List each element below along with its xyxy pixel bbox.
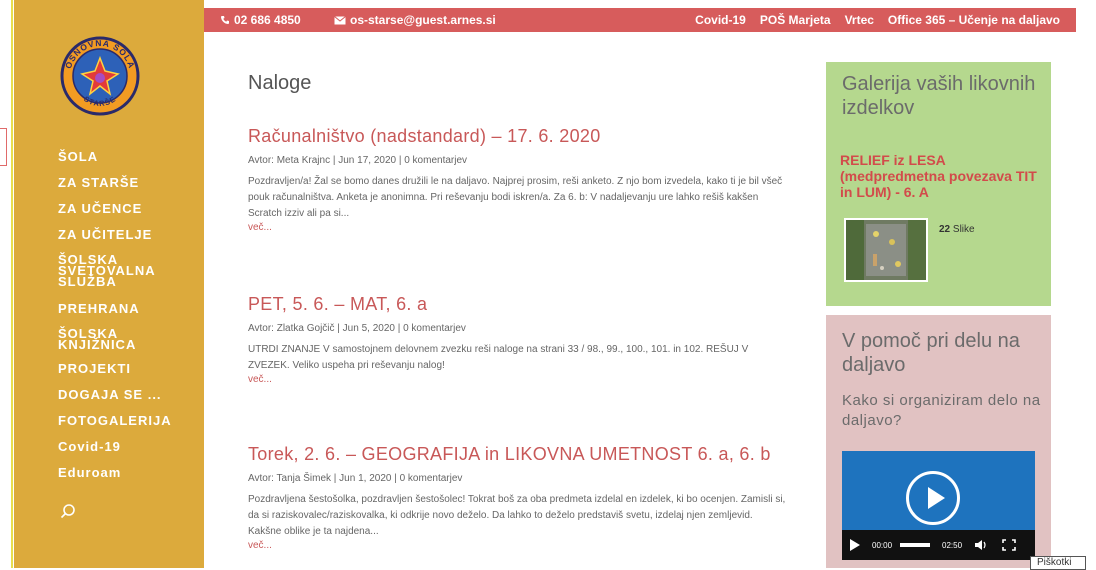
fullscreen-icon[interactable] <box>1002 539 1016 551</box>
top-links: Covid-19 POŠ Marjeta Vrtec Office 365 – … <box>695 13 1060 27</box>
nav-item-za-ucence[interactable]: ZA UČENCE <box>58 202 198 215</box>
meta-prefix: Avtor: <box>248 323 274 334</box>
read-more-link[interactable]: več... <box>248 540 788 551</box>
help-widget-title: V pomoč pri delu na daljavo <box>842 330 1020 376</box>
volume-icon[interactable] <box>974 539 988 551</box>
meta-prefix: Avtor: <box>248 473 274 484</box>
gallery-album-link[interactable]: RELIEF iz LESA (medpredmetna povezava TI… <box>840 152 1045 200</box>
search-icon[interactable] <box>60 503 76 519</box>
top-bar: 02 686 4850 os-starse@guest.arnes.si Cov… <box>204 8 1076 32</box>
gallery-thumbnail[interactable] <box>844 218 928 282</box>
read-more-link[interactable]: več... <box>248 374 788 385</box>
side-tab[interactable] <box>0 128 7 166</box>
nav-item-prehrana[interactable]: PREHRANA <box>58 302 198 315</box>
post-item: Računalništvo (nadstandard) – 17. 6. 202… <box>248 126 788 233</box>
post-comments-link[interactable]: 0 komentarjev <box>404 155 467 166</box>
gallery-count: 22 Slike <box>939 224 975 235</box>
phone-icon <box>221 16 229 24</box>
nav-item-za-ucitelje[interactable]: ZA UČITELJE <box>58 228 198 241</box>
post-meta: Avtor: Meta Krajnc | Jun 17, 2020 | 0 ko… <box>248 155 468 166</box>
email-address: os-starse@guest.arnes.si <box>350 13 496 27</box>
nav-item-za-starse[interactable]: ZA STARŠE <box>58 176 198 189</box>
nav-item-projekti[interactable]: PROJEKTI <box>58 362 198 375</box>
help-widget-subtitle: Kako si organiziram delo na daljavo? <box>842 392 1041 429</box>
post-comments-link[interactable]: 0 komentarjev <box>400 473 463 484</box>
post-date: Jun 5, 2020 <box>342 323 395 334</box>
top-link-covid[interactable]: Covid-19 <box>695 13 746 27</box>
nav-item-dogaja-se[interactable]: DOGAJA SE ... <box>58 388 198 401</box>
email-contact[interactable]: os-starse@guest.arnes.si <box>334 13 496 27</box>
phone-contact[interactable]: 02 686 4850 <box>220 13 301 27</box>
post-author-link[interactable]: Meta Krajnc <box>277 155 330 166</box>
relief-photo-icon <box>846 220 926 280</box>
post-item: PET, 5. 6. – MAT, 6. a Avtor: Zlatka Goj… <box>248 294 788 385</box>
post-meta: Avtor: Tanja Šimek | Jun 1, 2020 | 0 kom… <box>248 473 463 484</box>
nav-item-eduroam[interactable]: Eduroam <box>58 466 198 479</box>
control-play-icon[interactable] <box>850 539 860 551</box>
phone-number: 02 686 4850 <box>234 13 301 27</box>
nav-item-fotogalerija[interactable]: FOTOGALERIJA <box>58 414 198 427</box>
post-author-link[interactable]: Zlatka Gojčič <box>277 323 335 334</box>
post-date: Jun 17, 2020 <box>338 155 397 166</box>
top-link-vrtec[interactable]: Vrtec <box>845 13 874 27</box>
post-author-link[interactable]: Tanja Šimek <box>277 473 331 484</box>
nav-item-sola[interactable]: ŠOLA <box>58 150 98 163</box>
nav-item-covid[interactable]: Covid-19 <box>58 440 198 453</box>
sidebar: OSNOVNA ŠOLA STARŠE ŠOLA ZA STARŠE ZA UČ… <box>14 0 204 568</box>
school-logo[interactable]: OSNOVNA ŠOLA STARŠE <box>60 36 140 116</box>
read-more-link[interactable]: več... <box>248 222 788 233</box>
play-button-icon[interactable] <box>906 471 960 525</box>
post-title-link[interactable]: Torek, 2. 6. – GEOGRAFIJA in LIKOVNA UME… <box>248 444 788 465</box>
page-right-edge <box>1086 0 1096 568</box>
gallery-widget: Galerija vaših likovnih izdelkov RELIEF … <box>826 62 1051 306</box>
gallery-widget-title: Galerija vaših likovnih izdelkov <box>842 73 1036 119</box>
help-widget: V pomoč pri delu na daljavo Kako si orga… <box>826 315 1051 568</box>
meta-prefix: Avtor: <box>248 155 274 166</box>
video-player[interactable]: 00:00 02:50 <box>842 451 1035 560</box>
page-title: Naloge <box>248 72 312 94</box>
nav-item-knjiznica[interactable]: ŠOLSKA KNJIŽNICA <box>58 327 148 351</box>
mail-icon <box>334 15 346 24</box>
nav-item-svetovalna-sluzba[interactable]: ŠOLSKA SVETOVALNA SLUŽBA <box>58 253 158 288</box>
gallery-count-number: 22 <box>939 224 951 235</box>
post-title-link[interactable]: PET, 5. 6. – MAT, 6. a <box>248 294 788 315</box>
post-comments-link[interactable]: 0 komentarjev <box>403 323 466 334</box>
video-controls: 00:00 02:50 <box>842 530 1035 560</box>
post-title-link[interactable]: Računalništvo (nadstandard) – 17. 6. 202… <box>248 126 788 147</box>
post-meta: Avtor: Zlatka Gojčič | Jun 5, 2020 | 0 k… <box>248 323 466 334</box>
video-current-time: 00:00 <box>872 541 893 550</box>
video-progress-bar[interactable] <box>900 543 930 547</box>
post-item: Torek, 2. 6. – GEOGRAFIJA in LIKOVNA UME… <box>248 444 788 551</box>
logo-emblem-icon: OSNOVNA ŠOLA STARŠE <box>60 36 140 116</box>
top-link-office365[interactable]: Office 365 – Učenje na daljavo <box>888 13 1060 27</box>
top-link-pos-marjeta[interactable]: POŠ Marjeta <box>760 13 831 27</box>
post-excerpt: Pozdravljen/a! Žal se bomo danes družili… <box>248 176 783 219</box>
video-duration: 02:50 <box>942 541 963 550</box>
post-excerpt: UTRDI ZNANJE V samostojnem delovnem zvez… <box>248 344 749 371</box>
post-date: Jun 1, 2020 <box>339 473 392 484</box>
post-excerpt: Pozdravljena šestošolka, pozdravljen šes… <box>248 494 786 537</box>
left-accent-line <box>11 0 13 568</box>
gallery-count-label: Slike <box>952 224 975 235</box>
